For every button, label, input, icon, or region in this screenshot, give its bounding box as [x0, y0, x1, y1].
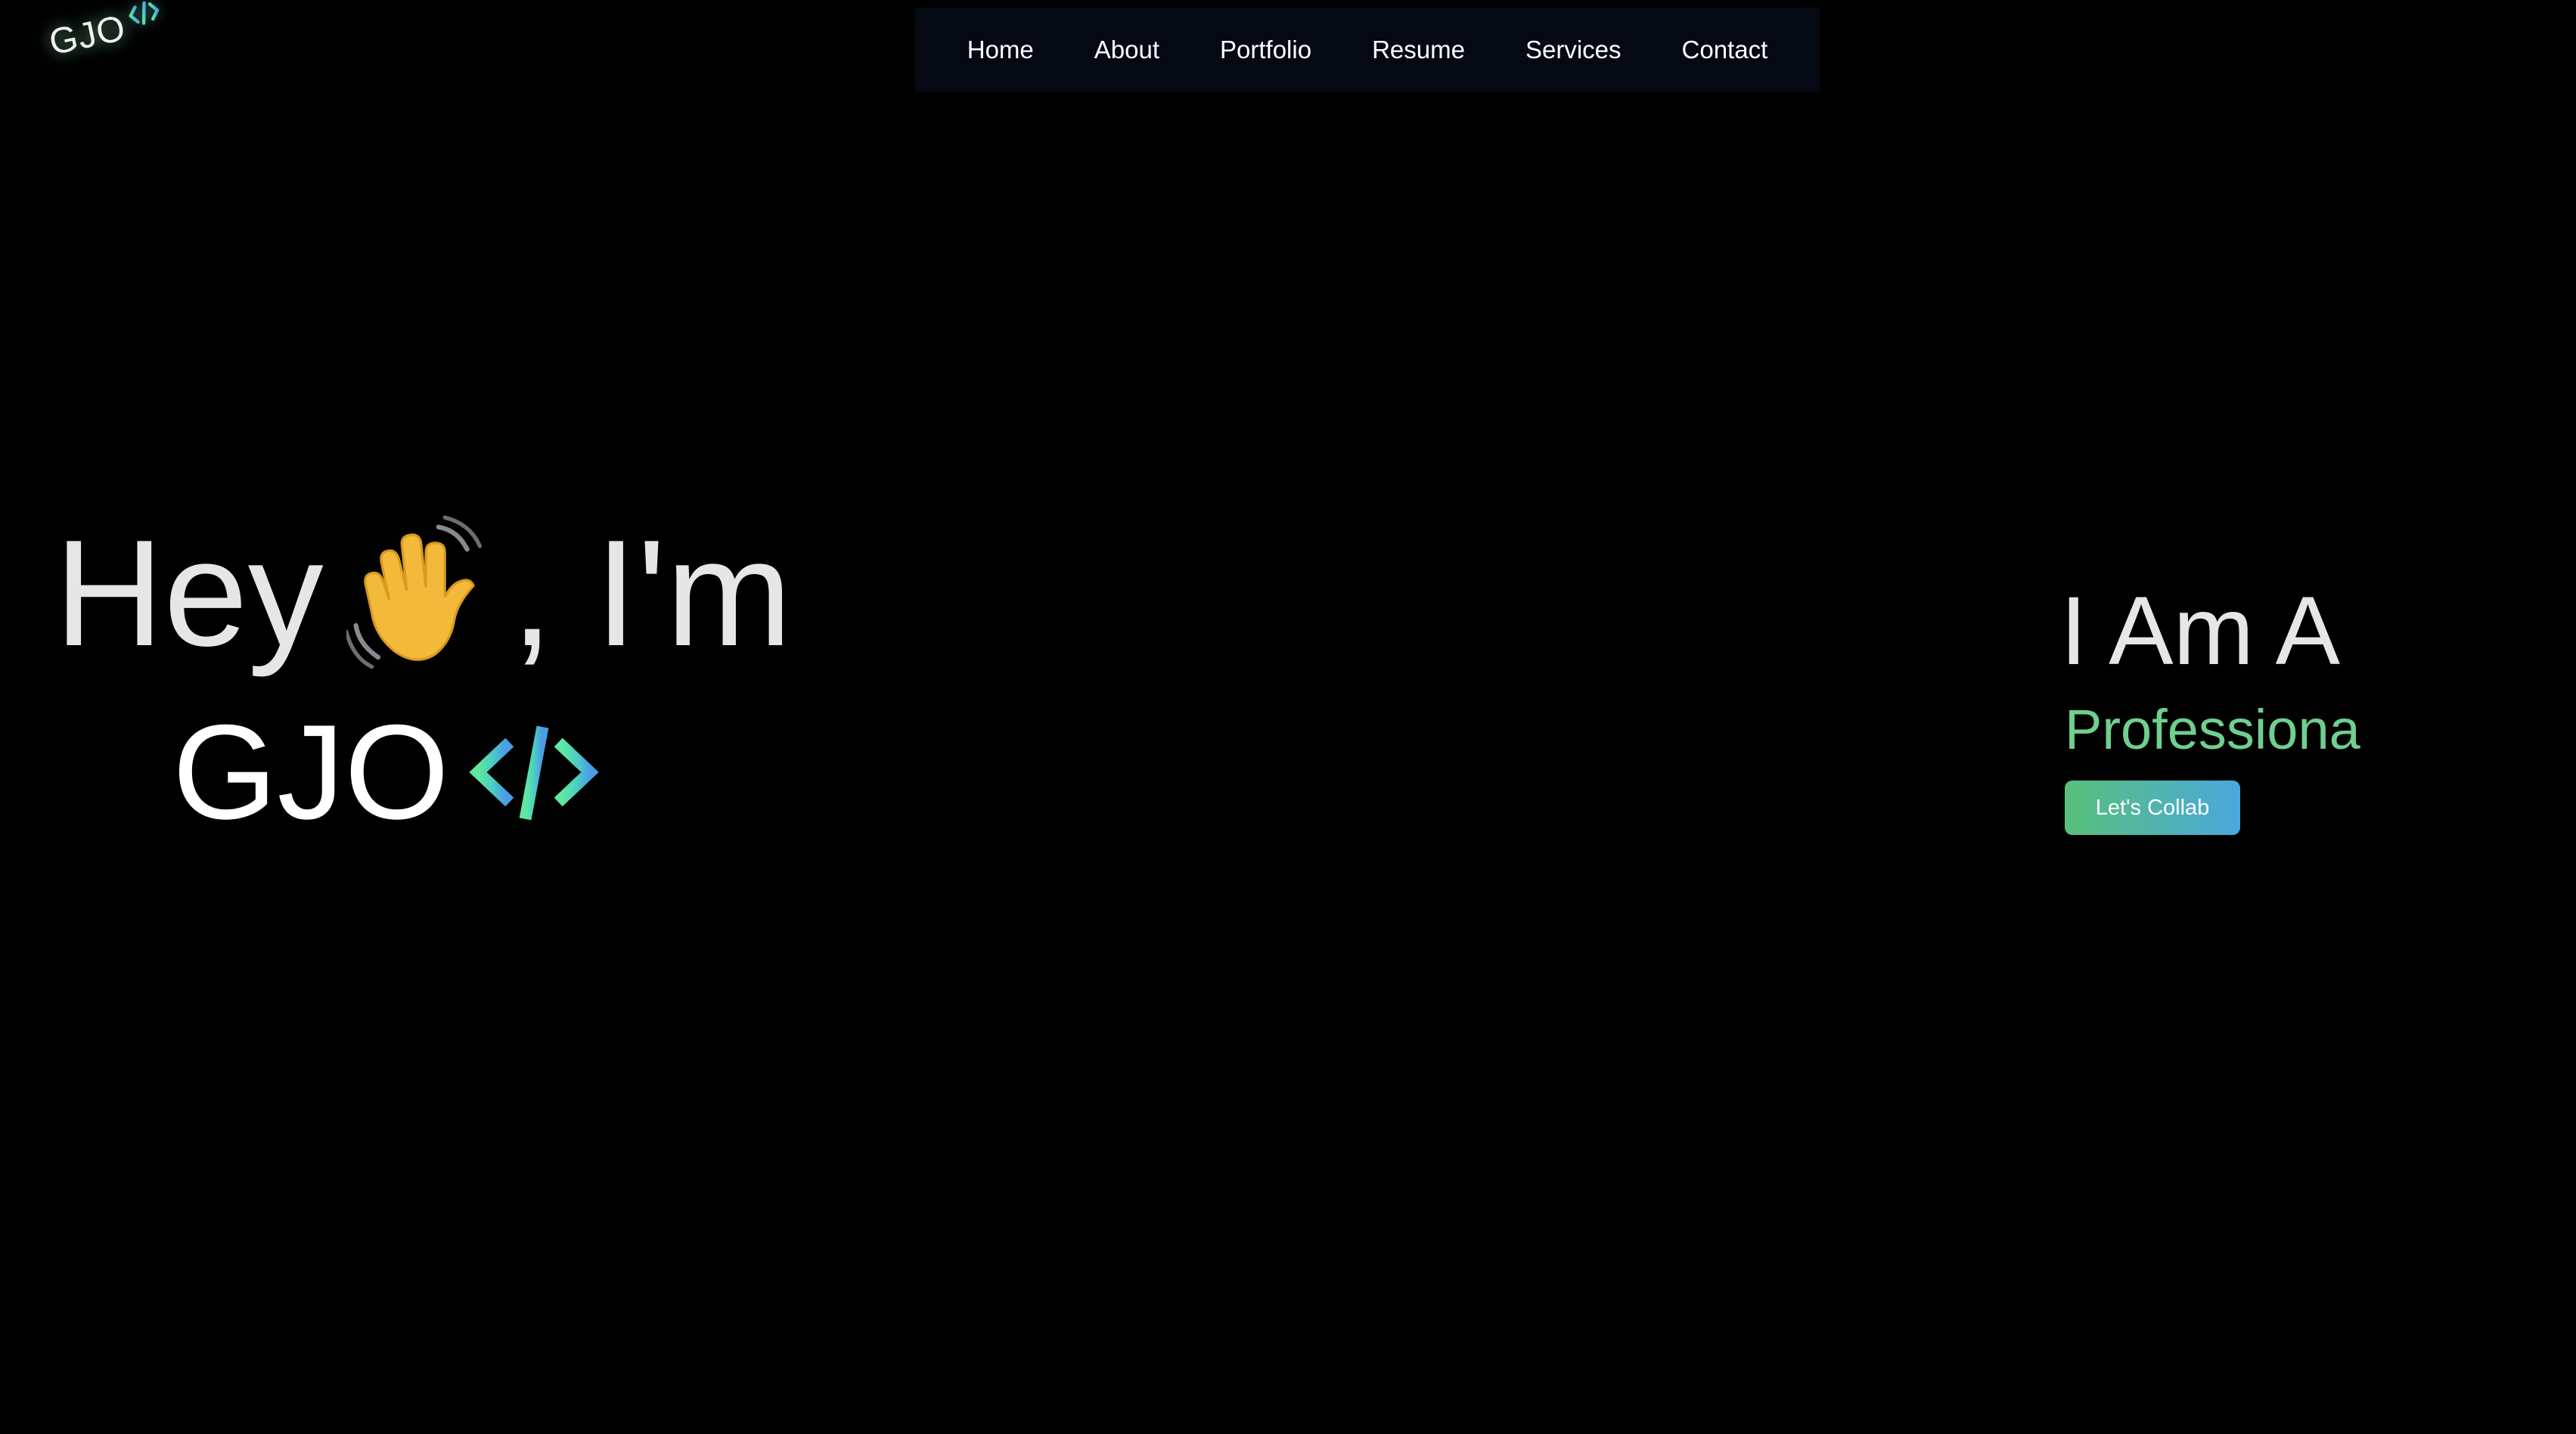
- nav-item-resume[interactable]: Resume: [1342, 8, 1495, 92]
- code-brackets-icon: [129, 1, 159, 25]
- greeting-im: , I'm: [511, 509, 793, 678]
- hero-name-text: GJO: [172, 697, 449, 847]
- role-prefix: I Am A: [2060, 577, 2340, 685]
- portfolio-page: GJO Home About Portfolio Resume Services…: [0, 0, 2576, 1434]
- nav-item-services[interactable]: Services: [1495, 8, 1652, 92]
- hero-name: GJO: [172, 693, 602, 852]
- role-typed-text: Professiona: [2065, 698, 2360, 761]
- logo-text: GJO: [45, 8, 129, 64]
- nav-item-about[interactable]: About: [1064, 8, 1190, 92]
- greeting-hey: Hey: [54, 509, 324, 678]
- code-brackets-icon: [469, 725, 599, 821]
- hero-greeting: Hey , I'm: [54, 507, 792, 681]
- nav-item-portfolio[interactable]: Portfolio: [1190, 8, 1342, 92]
- site-logo[interactable]: GJO: [45, 0, 166, 64]
- lets-collab-button[interactable]: Let's Collab: [2065, 781, 2240, 835]
- nav-item-home[interactable]: Home: [937, 8, 1064, 92]
- nav-item-contact[interactable]: Contact: [1652, 8, 1799, 92]
- main-nav: Home About Portfolio Resume Services Con…: [915, 8, 1820, 92]
- waving-hand-icon: [346, 515, 482, 669]
